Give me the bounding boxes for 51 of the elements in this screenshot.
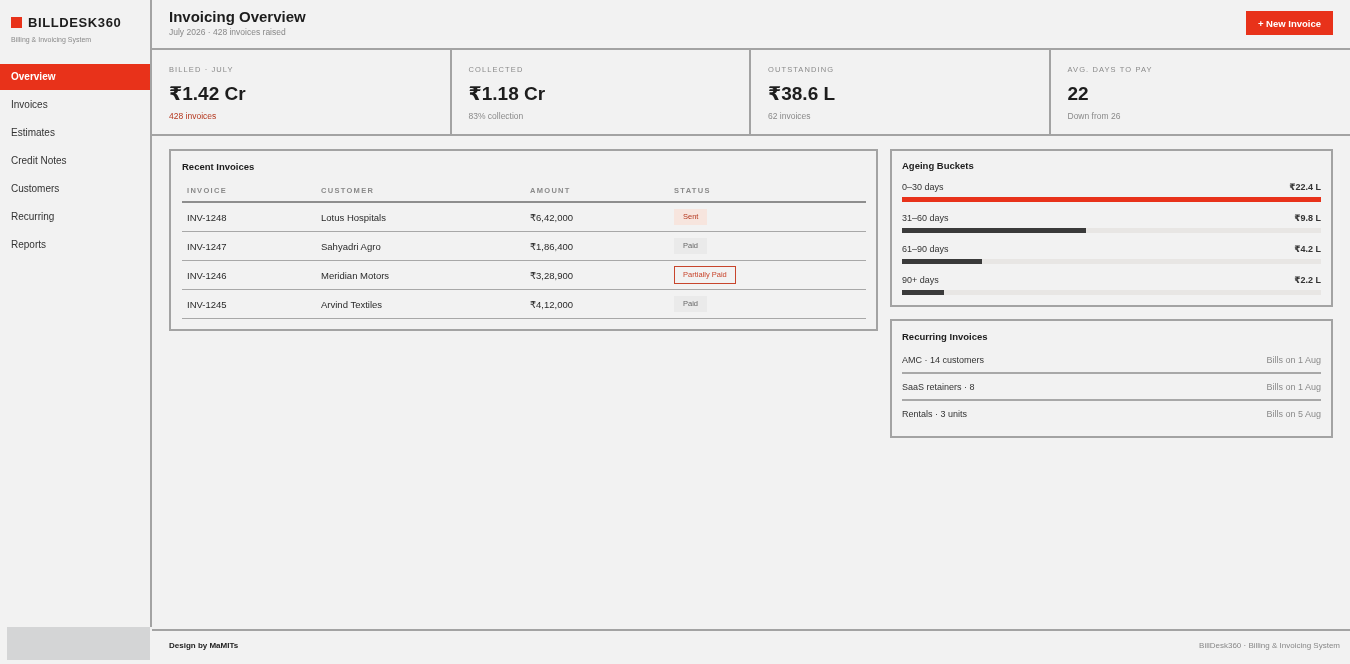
table-cell-text: INV-1246 — [186, 269, 228, 281]
kpi-note: 428 invoices — [169, 111, 218, 122]
kpi-value: 22 — [1067, 83, 1090, 105]
table-cell-text: INV-1245 — [186, 298, 228, 310]
bucket-label: 61–90 days — [902, 243, 949, 255]
bucket-amount: ₹9.8 L — [1294, 212, 1321, 224]
bucket-amount: ₹2.2 L — [1294, 274, 1321, 286]
brand-name: BILLDESK360 — [28, 14, 122, 30]
table-cell-text: ₹3,28,900 — [529, 269, 575, 281]
footer-credit: Design by MaMITs — [169, 641, 239, 650]
page-subtitle: July 2026 · 428 invoices raised — [169, 27, 287, 37]
bucket-label: 0–30 days — [902, 181, 944, 193]
table-cell-text: Sahyadri Agro — [320, 240, 382, 252]
kpi-value: ₹1.42 Cr — [169, 83, 247, 105]
kpi-note: 83% collection — [468, 111, 525, 122]
table-cell-text: ₹1,86,400 — [529, 240, 575, 252]
nav-item[interactable]: Estimates — [0, 120, 150, 146]
footer-caption: BillDesk360 · Billing & Invoicing System — [1199, 641, 1340, 650]
table-cell-text: ₹6,42,000 — [529, 211, 575, 223]
table-cell-text: INV-1248 — [186, 211, 228, 223]
table-cell-text: INV-1247 — [186, 240, 228, 252]
bucket-amount: ₹22.4 L — [1289, 181, 1321, 193]
table-cell-text: Arvind Textiles — [320, 298, 384, 310]
new-invoice-button[interactable]: + New Invoice — [1245, 11, 1333, 35]
table-cell-text: Meridian Motors — [320, 269, 391, 281]
bucket-label: 31–60 days — [902, 212, 949, 224]
nav-item[interactable]: Credit Notes — [0, 148, 150, 174]
nav-item[interactable]: Invoices — [0, 92, 150, 118]
kpi-note: Down from 26 — [1067, 111, 1122, 122]
recurring-schedule: Bills on 5 Aug — [1266, 408, 1321, 420]
recurring-name: SaaS retainers · 8 — [902, 381, 975, 393]
square-logo-icon — [11, 16, 22, 28]
nav-item[interactable]: Recurring — [0, 204, 150, 230]
nav-item[interactable]: Overview — [0, 64, 150, 90]
recurring-name: AMC · 14 customers — [902, 354, 985, 366]
recurring-name: Rentals · 3 units — [902, 408, 968, 420]
nav-item[interactable]: Customers — [0, 176, 150, 202]
card-title: Recurring Invoices — [902, 331, 989, 343]
bucket-amount: ₹4.2 L — [1294, 243, 1321, 255]
card-title: Recent Invoices — [182, 161, 256, 173]
page-title: Invoicing Overview — [169, 8, 306, 25]
kpi-value: ₹38.6 L — [768, 83, 837, 105]
nav-item[interactable]: Reports — [0, 232, 150, 258]
table-cell-text: ₹4,12,000 — [529, 298, 575, 310]
table-cell-text: Lotus Hospitals — [320, 211, 387, 223]
card-title: Ageing Buckets — [902, 160, 975, 172]
bucket-label: 90+ days — [902, 274, 939, 286]
recurring-schedule: Bills on 1 Aug — [1266, 354, 1321, 366]
kpi-value: ₹1.18 Cr — [468, 83, 547, 105]
kpi-note: 62 invoices — [768, 111, 812, 122]
recurring-schedule: Bills on 1 Aug — [1266, 381, 1321, 393]
